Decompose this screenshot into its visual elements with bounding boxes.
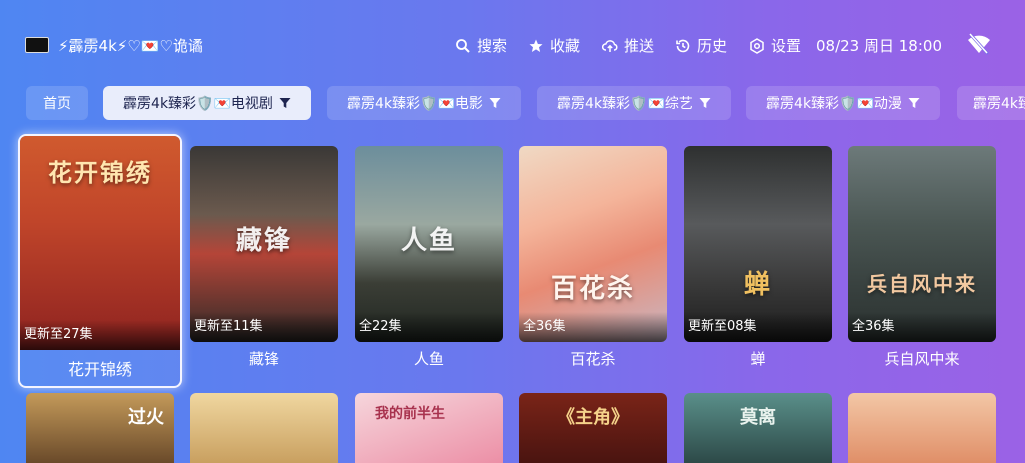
tab-home[interactable]: 首页: [26, 86, 88, 120]
top-bar: ⚡霹雳4k⚡♡💌♡诡谲 搜索 收藏 推送 历史 设置 08/23 周日 18:0…: [0, 0, 1025, 86]
app-logo: [25, 37, 49, 53]
poster-title-art: 百花杀: [550, 273, 635, 304]
tab-home-label: 首页: [43, 96, 71, 112]
media-card-partial[interactable]: [190, 393, 338, 463]
poster-image: 兵自风中来 全36集: [848, 146, 996, 342]
tab-variety[interactable]: 霹雳4k臻彩🛡️💌综艺: [537, 86, 731, 120]
tab-movies-label: 霹雳4k臻彩🛡️💌电影: [347, 96, 483, 112]
poster-title-art: 花开锦绣: [48, 158, 152, 188]
episode-badge: 全36集: [848, 312, 996, 342]
media-card-partial[interactable]: 莫离: [684, 393, 832, 463]
poster-title-art: 我的前半生: [375, 406, 445, 422]
tab-movies[interactable]: 霹雳4k臻彩🛡️💌电影: [327, 86, 521, 120]
star-icon: [529, 39, 543, 52]
media-card[interactable]: 花开锦绣 更新至27集 花开锦绣: [18, 134, 182, 388]
poster-title-art: 过火: [128, 407, 164, 428]
media-card[interactable]: 蝉 更新至08集 蝉: [684, 146, 832, 369]
nav-push-button[interactable]: 推送: [602, 35, 654, 56]
tab-tv-series[interactable]: 霹雳4k臻彩🛡️💌电视剧: [103, 86, 311, 120]
media-title: 兵自风中来: [884, 350, 960, 368]
category-tabs: 首页 霹雳4k臻彩🛡️💌电视剧 霹雳4k臻彩🛡️💌电影 霹雳4k臻彩🛡️💌综艺 …: [0, 86, 1025, 122]
filter-icon[interactable]: [908, 97, 920, 109]
filter-icon[interactable]: [699, 97, 711, 109]
tab-tv-series-label: 霹雳4k臻彩🛡️💌电视剧: [123, 96, 273, 112]
media-card-partial[interactable]: [848, 393, 996, 463]
media-card-partial[interactable]: 《主角》: [519, 393, 667, 463]
poster-title-art: 人鱼: [400, 226, 457, 257]
wifi-off-icon: [968, 33, 990, 55]
media-card[interactable]: 人鱼 全22集 人鱼: [355, 146, 503, 369]
nav-search-button[interactable]: 搜索: [455, 35, 507, 56]
history-icon: [676, 39, 690, 52]
nav-push-label: 推送: [624, 37, 655, 55]
nav-favorites-label: 收藏: [550, 37, 581, 55]
nav-history-button[interactable]: 历史: [675, 35, 727, 56]
cloud-upload-icon: [602, 39, 618, 52]
search-icon: [456, 38, 470, 53]
tab-anime[interactable]: 霹雳4k臻彩🛡️💌动漫: [746, 86, 940, 120]
episode-badge: 全22集: [355, 312, 503, 342]
nav-settings-label: 设置: [771, 37, 802, 55]
tab-more-partial[interactable]: 霹雳4k臻: [957, 86, 1025, 120]
nav-search-label: 搜索: [477, 37, 508, 55]
poster-title-art: 藏锋: [235, 226, 292, 257]
nav-history-label: 历史: [697, 37, 728, 55]
poster-image: 人鱼 全22集: [355, 146, 503, 342]
poster-image: 藏锋 更新至11集: [190, 146, 338, 342]
episode-badge: 更新至08集: [684, 312, 832, 342]
poster-title-art: 莫离: [740, 407, 776, 428]
app-brand-title: ⚡霹雳4k⚡♡💌♡诡谲: [58, 37, 203, 55]
datetime-display: 08/23 周日 18:00: [816, 37, 942, 55]
media-title: 人鱼: [413, 350, 444, 368]
poster-title-art: 《主角》: [557, 407, 629, 428]
settings-icon: [750, 37, 764, 54]
tab-anime-label: 霹雳4k臻彩🛡️💌动漫: [766, 96, 902, 112]
media-title: 蝉: [750, 350, 766, 368]
poster-title-art: 兵自风中来: [867, 271, 977, 296]
media-card[interactable]: 兵自风中来 全36集 兵自风中来: [848, 146, 996, 369]
media-card-partial[interactable]: 我的前半生: [355, 393, 503, 463]
episode-badge: 全36集: [519, 312, 667, 342]
media-card-partial[interactable]: 过火: [26, 393, 174, 463]
media-title: 百花杀: [570, 350, 616, 368]
episode-badge: 更新至27集: [20, 320, 180, 350]
tab-more-label: 霹雳4k臻: [973, 96, 1025, 112]
nav-settings-button[interactable]: 设置: [749, 35, 801, 56]
poster-title-art: 蝉: [743, 269, 772, 300]
tab-variety-label: 霹雳4k臻彩🛡️💌综艺: [557, 96, 693, 112]
poster-image: 蝉 更新至08集: [684, 146, 832, 342]
filter-icon[interactable]: [279, 97, 291, 109]
media-title: 花开锦绣: [67, 360, 132, 379]
media-card[interactable]: 百花杀 全36集 百花杀: [519, 146, 667, 369]
poster-image: 百花杀 全36集: [519, 146, 667, 342]
media-card[interactable]: 藏锋 更新至11集 藏锋: [190, 146, 338, 369]
media-title: 藏锋: [248, 350, 279, 368]
episode-badge: 更新至11集: [190, 312, 338, 342]
filter-icon[interactable]: [489, 97, 501, 109]
poster-image: 花开锦绣 更新至27集: [20, 136, 180, 350]
nav-favorites-button[interactable]: 收藏: [528, 35, 580, 56]
